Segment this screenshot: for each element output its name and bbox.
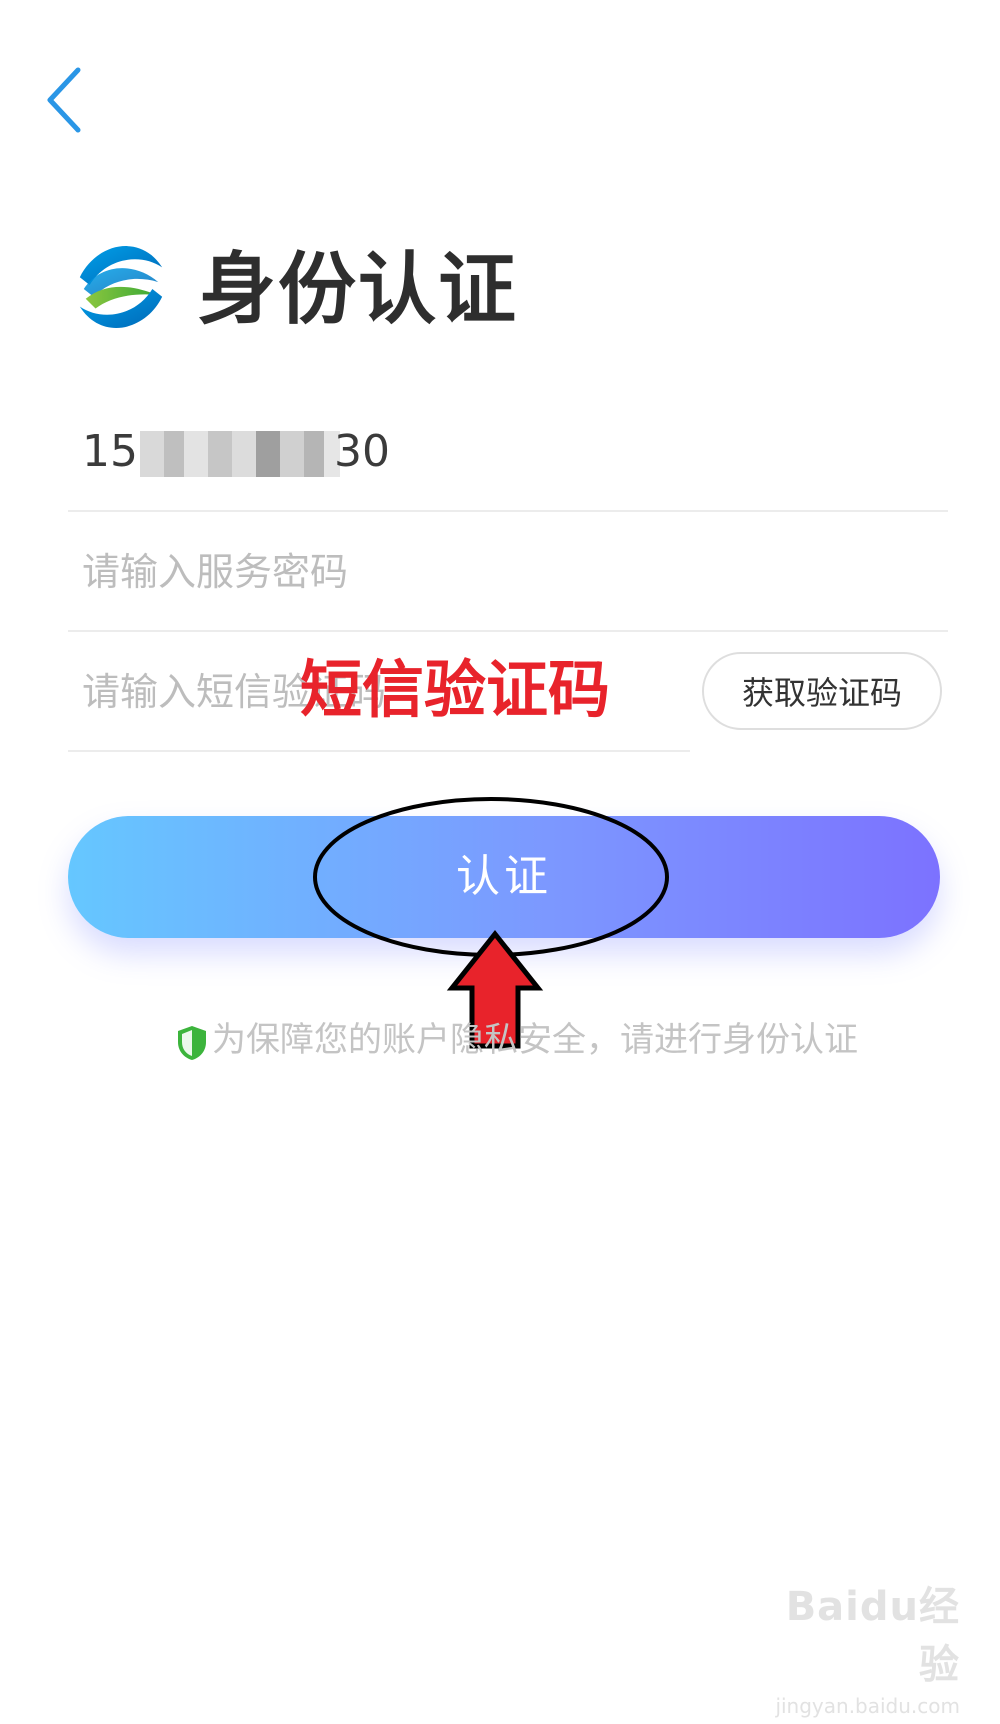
phone-mask <box>140 431 340 477</box>
submit-button[interactable]: 认证 <box>68 816 940 938</box>
watermark-logo-text: Baidu经验 <box>785 1584 960 1688</box>
shield-check-icon <box>176 1023 208 1061</box>
back-button[interactable] <box>40 60 90 140</box>
baidu-watermark: Baidu经验 jingyan.baidu.com <box>760 1574 960 1718</box>
service-password-placeholder: 请输入服务密码 <box>82 550 349 594</box>
page-title: 身份认证 <box>198 245 519 335</box>
get-code-button[interactable]: 获取验证码 <box>702 652 942 730</box>
china-mobile-logo-icon <box>72 238 170 336</box>
phone-suffix: 30 <box>334 426 390 477</box>
security-notice: 为保障您的账户隐私安全，请进行身份认证 <box>176 1012 858 1068</box>
watermark-sub-text: jingyan.baidu.com <box>775 1694 960 1718</box>
service-password-input[interactable]: 请输入服务密码 <box>68 512 948 632</box>
chevron-left-icon <box>47 67 81 133</box>
phone-value: 15 30 <box>82 424 390 480</box>
phone-field[interactable]: 15 30 <box>68 392 948 512</box>
annotation-label: 短信验证码 <box>300 653 611 726</box>
security-notice-text: 为保障您的账户隐私安全，请进行身份认证 <box>212 1020 858 1060</box>
phone-prefix: 15 <box>82 426 138 477</box>
